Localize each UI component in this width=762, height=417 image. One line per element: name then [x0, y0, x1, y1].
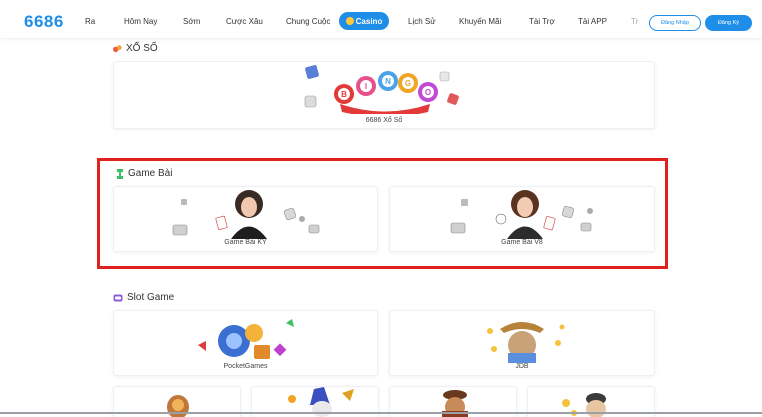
svg-text:B: B — [341, 90, 347, 99]
svg-text:N: N — [385, 77, 391, 86]
site-logo[interactable]: 6686 — [24, 12, 64, 32]
top-navbar: 6686 Ra Hôm Nay Sớm Cược Xâu Chung Cuộc … — [0, 0, 762, 38]
slot-icon — [113, 294, 123, 301]
svg-text:O: O — [425, 88, 431, 97]
card-pocketgames[interactable]: PocketGames — [113, 310, 378, 376]
bingo-artwork: B I N G O — [304, 65, 459, 114]
login-button[interactable]: Đăng Nhập — [649, 15, 701, 31]
svg-text:G: G — [405, 79, 411, 88]
svg-text:I: I — [365, 82, 367, 91]
section-title-slot-label: Slot Game — [127, 292, 175, 303]
game-bai-v8-artwork — [450, 190, 593, 239]
xoso-icon — [113, 45, 122, 53]
gamebai-icon — [117, 168, 123, 179]
card-label-game-bai-ky: Game Bài KY — [224, 239, 267, 246]
card-6686-xoso[interactable]: B I N G O 6686 Xổ Số — [113, 61, 655, 129]
nav-item-khuyen-mai[interactable]: Khuyến Mãi — [459, 17, 501, 26]
section-title-gamebai-label: Game Bài — [128, 168, 173, 179]
nav-item-chung-cuoc[interactable]: Chung Cuộc — [286, 17, 330, 26]
nav-item-tai-app[interactable]: Tải APP — [578, 17, 607, 26]
nav-item-tai-tro[interactable]: Tài Trợ — [529, 17, 555, 26]
card-label-jdb: JDB — [515, 363, 529, 370]
section-title-gamebai: Game Bài — [116, 168, 172, 179]
card-label-6686-xoso: 6686 Xổ Số — [365, 117, 403, 124]
pocketgames-artwork — [198, 319, 294, 359]
card-game-bai-ky[interactable]: Game Bài KY — [113, 186, 378, 252]
jdb-artwork — [487, 322, 565, 363]
nav-item-lich-su[interactable]: Lịch Sử — [408, 17, 436, 26]
section-title-xoso: XỔ SỐ — [113, 43, 158, 54]
nav-item-casino[interactable]: Casino — [339, 12, 389, 30]
card-label-pocketgames: PocketGames — [223, 363, 268, 370]
nav-item-cuoc-xau[interactable]: Cược Xâu — [226, 17, 263, 26]
nav-item-tr[interactable]: Tr — [631, 17, 638, 26]
card-game-bai-v8[interactable]: Game Bài V8 — [389, 186, 655, 252]
nav-casino-label: Casino — [355, 16, 383, 26]
bottom-divider — [0, 412, 762, 414]
nav-item-hom-nay[interactable]: Hôm Nay — [124, 17, 157, 26]
nav-item-som[interactable]: Sớm — [183, 17, 200, 26]
casino-icon — [345, 17, 354, 25]
card-jdb[interactable]: JDB — [389, 310, 655, 376]
nav-item-ra[interactable]: Ra — [85, 17, 95, 26]
section-title-xoso-label: XỔ SỐ — [126, 43, 158, 54]
card-label-game-bai-v8: Game Bài V8 — [501, 239, 543, 246]
section-title-slot: Slot Game — [113, 292, 174, 303]
game-bai-ky-artwork — [172, 190, 320, 239]
register-button[interactable]: Đăng Ký — [705, 15, 752, 31]
